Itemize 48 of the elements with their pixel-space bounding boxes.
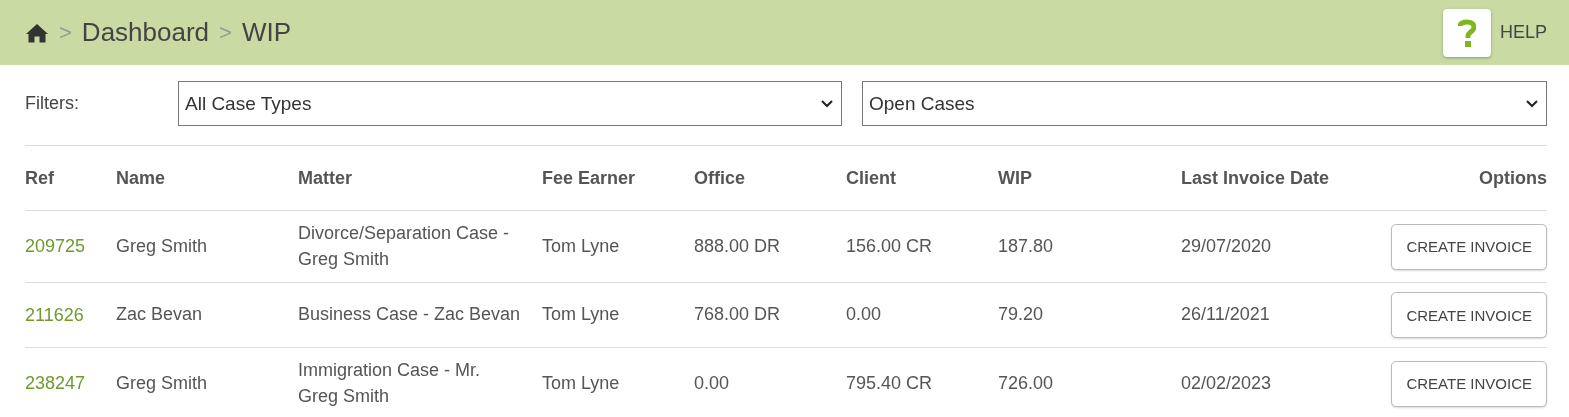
column-header: Matter [298,167,352,189]
column-header: Ref [25,167,54,189]
column-header: Office [694,167,745,189]
table-cell-text: Greg Smith [116,234,208,258]
table-cell-text: Tom Lyne [542,234,620,258]
column-header: WIP [998,167,1032,189]
chevron-down-icon [1526,99,1538,108]
breadcrumb-separator: > [59,19,72,46]
table-cell-text: 29/07/2020 [1181,234,1272,258]
table-cell-text: 726.00 [998,371,1054,395]
breadcrumb-item[interactable]: WIP [241,17,292,48]
table-cell-text: Zac Bevan [116,303,203,327]
case-ref-link[interactable]: 238247 [25,373,86,394]
column-header: Options [1479,167,1547,189]
column-header: Client [846,167,896,189]
table-cell-text: 795.40 CR [846,371,933,395]
table-cell-text: Business Case - Zac Bevan [298,303,521,327]
table-cell-text: 26/11/2021 [1181,303,1270,327]
case-ref-link[interactable]: 209725 [25,236,86,257]
table-cell-text: 02/02/2023 [1181,371,1272,395]
table-cell-text: Divorce/Separation Case - Greg Smith [298,222,510,271]
filter-dropdown[interactable]: All Case Types [178,81,842,126]
filter-dropdown[interactable]: Open Cases [862,81,1547,126]
table-cell-text: Tom Lyne [542,303,620,327]
home-icon[interactable] [25,22,49,43]
table-cell-text: 0.00 [846,303,882,327]
table-cell-text: 0.00 [694,371,730,395]
create-invoice-button[interactable]: CREATE INVOICE [1391,292,1547,338]
table-cell-text: Greg Smith [116,371,208,395]
table-cell-text: Tom Lyne [542,371,620,395]
column-header: Name [116,167,166,189]
table-cell-text: 768.00 DR [694,303,781,327]
column-header: Last Invoice Date [1181,167,1330,189]
table-cell-text: 156.00 CR [846,234,933,258]
column-header: Fee Earner [542,167,636,189]
create-invoice-button[interactable]: CREATE INVOICE [1391,223,1547,270]
chevron-down-icon [821,99,833,108]
table-cell-text: Immigration Case - Mr. Greg Smith [298,359,481,408]
breadcrumb-item[interactable]: Dashboard [81,17,210,48]
table-cell-text: 79.20 [998,303,1044,327]
case-ref-link[interactable]: 211626 [25,304,84,326]
help-label[interactable]: HELP [1499,22,1547,43]
table-cell-text: 187.80 [998,234,1054,258]
question-mark-icon [1457,18,1476,47]
filters-label: Filters: [25,93,80,114]
breadcrumb-separator: > [219,19,232,46]
table-cell-text: 888.00 DR [694,234,781,258]
create-invoice-button[interactable]: CREATE INVOICE [1391,360,1547,407]
